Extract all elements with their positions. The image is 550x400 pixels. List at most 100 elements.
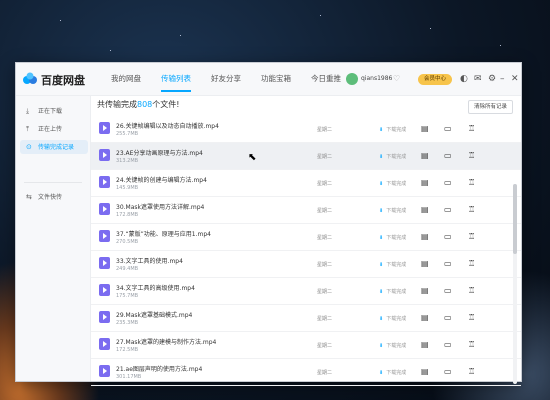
username[interactable]: qians1986 xyxy=(361,75,392,82)
download-arrow-icon: ⬇ xyxy=(379,235,384,241)
delete-record-icon[interactable]: ♖ xyxy=(468,178,475,188)
download-arrow-icon: ⬇ xyxy=(379,343,384,349)
open-folder-icon[interactable]: ▭ xyxy=(444,178,452,188)
open-file-icon[interactable]: ▤ xyxy=(421,340,429,350)
vip-center-button[interactable]: 会员中心 xyxy=(418,74,452,85)
video-file-icon xyxy=(99,257,110,269)
delete-record-icon[interactable]: ♖ xyxy=(468,205,475,215)
file-status: ⬇ 下载完成 xyxy=(379,315,406,322)
open-folder-icon[interactable]: ▭ xyxy=(444,286,452,296)
file-name: 21.ae图层声明的使用方法.mp4 xyxy=(116,366,203,373)
skin-icon[interactable]: ◐ xyxy=(460,72,468,86)
file-size: 172.5MB xyxy=(116,347,139,353)
file-name: 29.Mask遮罩基础模式.mp4 xyxy=(116,312,193,319)
video-file-icon xyxy=(99,338,110,350)
tab-transfer-list[interactable]: 传输列表 xyxy=(151,63,201,95)
open-folder-icon[interactable]: ▭ xyxy=(444,340,452,350)
file-row[interactable]: 24.关键帧的创建与编辑方法.mp4 145.9MB 星期二 ⬇ 下载完成 ▤ ▭ ♖ xyxy=(91,170,521,197)
file-row[interactable]: 23.AE分享动画原理与方法.mp4 313.2MB 星期二 ⬇ 下载完成 ▤ ▭ ♖ xyxy=(91,143,521,170)
tab-my-drive[interactable]: 我的网盘 xyxy=(101,63,151,95)
tab-friend-share[interactable]: 好友分享 xyxy=(201,63,251,95)
file-row[interactable]: 30.Mask遮罩使用方法详解.mp4 172.8MB 星期二 ⬇ 下载完成 ▤ ▭ ♖ xyxy=(91,197,521,224)
download-arrow-icon: ⬇ xyxy=(379,262,384,268)
open-folder-icon[interactable]: ▭ xyxy=(444,259,452,269)
mail-icon[interactable]: ✉ xyxy=(474,72,482,86)
file-row[interactable]: 37.“蒙版”功能、原理与应用1.mp4 270.5MB 星期二 ⬇ 下载完成 ▤ ▭ ♖ xyxy=(91,224,521,251)
video-file-icon xyxy=(99,122,110,134)
file-status: ⬇ 下载完成 xyxy=(379,342,406,349)
delete-record-icon[interactable]: ♖ xyxy=(468,232,475,242)
file-row[interactable]: 26.关键帧编辑以及动态自动播放.mp4 255.7MB 星期二 ⬇ 下载完成 ▤ ▭ ♖ xyxy=(91,116,521,143)
file-row[interactable]: 33.文字工具的使用.mp4 249.4MB 星期二 ⬇ 下载完成 ▤ ▭ ♖ xyxy=(91,251,521,278)
delete-record-icon[interactable]: ♖ xyxy=(468,286,475,296)
file-row[interactable]: 29.Mask遮罩基础模式.mp4 235.3MB 星期二 ⬇ 下载完成 ▤ ▭ ♖ xyxy=(91,305,521,332)
open-file-icon[interactable]: ▤ xyxy=(421,124,429,134)
diamond-icon: ♡ xyxy=(393,74,401,83)
open-folder-icon[interactable]: ▭ xyxy=(444,151,452,161)
download-arrow-icon: ⬇ xyxy=(379,154,384,160)
file-name: 24.关键帧的创建与编辑方法.mp4 xyxy=(116,177,207,184)
file-status-label: 下载完成 xyxy=(386,370,407,376)
sidebar-divider xyxy=(24,182,82,183)
delete-record-icon[interactable]: ♖ xyxy=(468,367,475,377)
sidebar-item-uploading[interactable]: ⤒ 正在上传 xyxy=(20,122,88,136)
file-status: ⬇ 下载完成 xyxy=(379,180,406,187)
sidebar: ⤓ 正在下载 ⤒ 正在上传 ⊙ 传输完成记录 ⇆ 文件快传 xyxy=(16,96,91,381)
open-folder-icon[interactable]: ▭ xyxy=(444,205,452,215)
file-row[interactable]: 34.文字工具的高级使用.mp4 175.7MB 星期二 ⬇ 下载完成 ▤ ▭ ♖ xyxy=(91,278,521,305)
open-file-icon[interactable]: ▤ xyxy=(421,232,429,242)
file-date: 星期二 xyxy=(317,181,333,187)
open-file-icon[interactable]: ▤ xyxy=(421,178,429,188)
open-file-icon[interactable]: ▤ xyxy=(421,205,429,215)
tab-toolbox[interactable]: 功能宝箱 xyxy=(251,63,301,95)
file-row[interactable]: 21.ae图层声明的使用方法.mp4 301.17MB 星期二 ⬇ 下载完成 ▤ ▭ ♖ xyxy=(91,359,521,386)
file-name: 30.Mask遮罩使用方法详解.mp4 xyxy=(116,204,205,211)
star xyxy=(60,20,61,21)
send-icon: ⇆ xyxy=(26,193,32,201)
open-file-icon[interactable]: ▤ xyxy=(421,259,429,269)
file-size: 313.2MB xyxy=(116,158,139,164)
sidebar-item-label: 正在下载 xyxy=(38,108,63,115)
download-arrow-icon: ⬇ xyxy=(379,289,384,295)
file-status-label: 下载完成 xyxy=(386,289,407,295)
scrollbar[interactable] xyxy=(513,184,517,384)
delete-record-icon[interactable]: ♖ xyxy=(468,124,475,134)
file-size: 270.5MB xyxy=(116,239,139,245)
file-date: 星期二 xyxy=(317,370,333,376)
open-file-icon[interactable]: ▤ xyxy=(421,151,429,161)
open-file-icon[interactable]: ▤ xyxy=(421,286,429,296)
star xyxy=(180,35,181,36)
delete-record-icon[interactable]: ♖ xyxy=(468,313,475,323)
file-status: ⬇ 下载完成 xyxy=(379,153,406,160)
clear-records-button[interactable]: 清除所有记录 xyxy=(468,100,513,114)
file-date: 星期二 xyxy=(317,235,333,241)
open-file-icon[interactable]: ▤ xyxy=(421,367,429,377)
avatar[interactable] xyxy=(346,73,358,85)
video-file-icon xyxy=(99,365,110,377)
file-name: 23.AE分享动画原理与方法.mp4 xyxy=(116,150,203,157)
settings-icon[interactable]: ⚙ xyxy=(488,72,496,86)
open-folder-icon[interactable]: ▭ xyxy=(444,124,452,134)
minimize-icon[interactable]: – xyxy=(500,72,505,86)
delete-record-icon[interactable]: ♖ xyxy=(468,151,475,161)
video-file-icon xyxy=(99,149,110,161)
file-status: ⬇ 下载完成 xyxy=(379,126,406,133)
delete-record-icon[interactable]: ♖ xyxy=(468,340,475,350)
mouse-cursor-icon: ⬉ xyxy=(248,152,257,163)
sidebar-item-downloading[interactable]: ⤓ 正在下载 xyxy=(20,104,88,118)
delete-record-icon[interactable]: ♖ xyxy=(468,259,475,269)
file-name: 26.关键帧编辑以及动态自动播放.mp4 xyxy=(116,123,219,130)
open-folder-icon[interactable]: ▭ xyxy=(444,232,452,242)
open-folder-icon[interactable]: ▭ xyxy=(444,313,452,323)
scrollbar-thumb[interactable] xyxy=(513,184,517,254)
file-row[interactable]: 27.Mask遮罩的建模与制作方法.mp4 172.5MB 星期二 ⬇ 下载完成 ▤ ▭ ♖ xyxy=(91,332,521,359)
tab-recommend[interactable]: 今日重推 xyxy=(301,63,351,95)
sidebar-item-quick-transfer[interactable]: ⇆ 文件快传 xyxy=(20,190,88,204)
file-name: 37.“蒙版”功能、原理与应用1.mp4 xyxy=(116,231,211,238)
close-icon[interactable]: ✕ xyxy=(511,72,519,86)
open-file-icon[interactable]: ▤ xyxy=(421,313,429,323)
open-folder-icon[interactable]: ▭ xyxy=(444,367,452,377)
sidebar-item-completed[interactable]: ⊙ 传输完成记录 xyxy=(20,140,88,154)
file-status-label: 下载完成 xyxy=(386,343,407,349)
file-status-label: 下载完成 xyxy=(386,127,407,133)
